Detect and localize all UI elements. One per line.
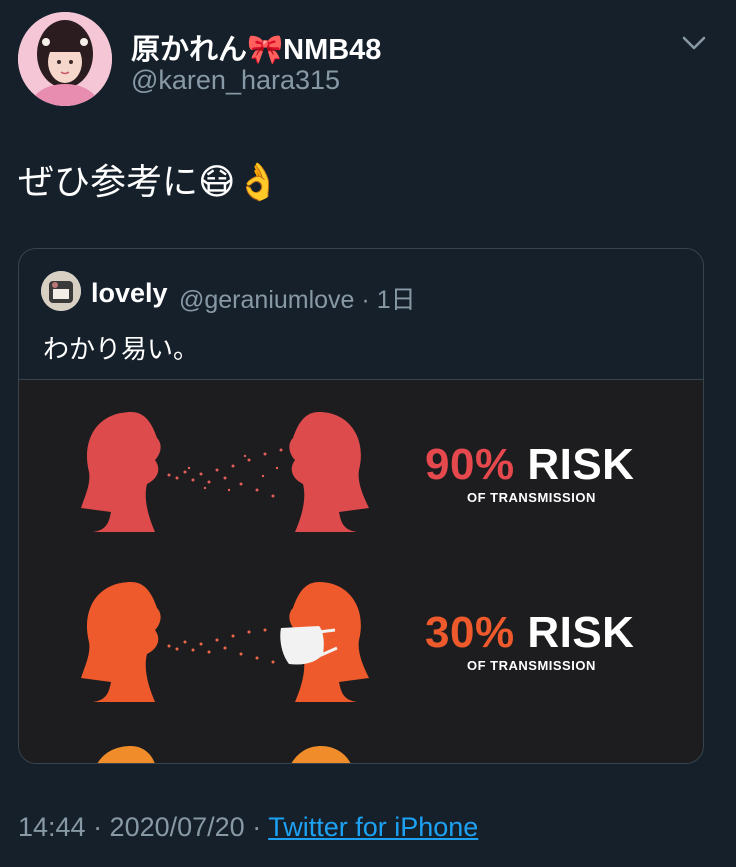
- author-handle[interactable]: @karen_hara315: [131, 65, 340, 96]
- avatar-photo: [18, 12, 112, 106]
- tweet-body: ぜひ参考に: [18, 161, 199, 202]
- risk-percent-30: 30%: [425, 608, 515, 657]
- tweet-text: ぜひ参考に😷👌: [18, 153, 280, 205]
- tweet-footer: 14:44 · 2020/07/20 · Twitter for iPhone: [18, 812, 478, 843]
- quoted-tweet-text: わかり易い。: [43, 334, 200, 364]
- author-display-name[interactable]: 原かれん🎀NMB48: [131, 26, 381, 68]
- row3-figures: [97, 746, 351, 763]
- risk-sub-30: OF TRANSMISSION: [467, 658, 596, 673]
- quoted-author-name: lovely: [91, 278, 168, 308]
- risk-word-30: RISK: [527, 608, 635, 657]
- quoted-time: · 1日: [361, 286, 416, 314]
- infographic-illustration: [81, 412, 369, 763]
- quoted-image[interactable]: 90% RISK OF TRANSMISSION 30% RISK OF TRA…: [19, 379, 703, 763]
- author-avatar[interactable]: [18, 12, 112, 106]
- quoted-tweet[interactable]: lovely @geraniumlove · 1日 わかり易い。 90% RIS…: [18, 248, 704, 764]
- risk-label-30: 30% RISK OF TRANSMISSION: [425, 608, 634, 673]
- author-name-prefix: 原かれん: [131, 34, 248, 66]
- risk-sub-90: OF TRANSMISSION: [467, 490, 596, 505]
- chevron-down-icon[interactable]: [676, 30, 712, 58]
- row2-figures: [81, 582, 369, 702]
- author-name-suffix: NMB48: [283, 34, 382, 66]
- quoted-author-meta: @geraniumlove · 1日: [179, 280, 416, 316]
- risk-label-90: 90% RISK OF TRANSMISSION: [425, 440, 634, 505]
- ok-hand-emoji-icon: 👌: [235, 161, 281, 202]
- quoted-author-handle: @geraniumlove: [179, 286, 355, 314]
- mask-face-emoji-icon: 😷: [198, 161, 236, 202]
- tweet-timestamp: 14:44 · 2020/07/20 ·: [18, 812, 262, 842]
- risk-percent-90: 90%: [425, 440, 515, 489]
- tweet-source-link[interactable]: Twitter for iPhone: [268, 812, 478, 842]
- quoted-avatar-photo: [41, 271, 81, 311]
- risk-word-90: RISK: [527, 440, 635, 489]
- ribbon-emoji-icon: 🎀: [247, 34, 284, 66]
- row1-figures: [81, 412, 369, 532]
- quoted-author-avatar: [41, 271, 81, 311]
